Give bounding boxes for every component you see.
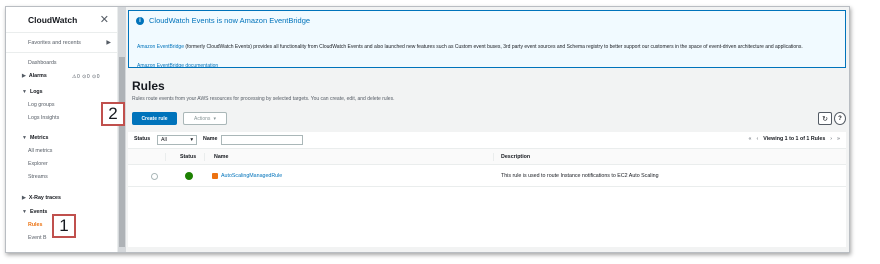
scrollbar-thumb[interactable] <box>119 57 125 247</box>
next-page-icon[interactable]: › <box>830 136 832 142</box>
caret-down-icon: ▼ <box>22 135 27 141</box>
banner-body-text: (formerly CloudWatch Events) provides al… <box>183 44 803 50</box>
sidebar-group-logs[interactable]: ▼ Logs <box>22 89 43 95</box>
last-page-icon[interactable]: » <box>837 136 840 142</box>
sidebar-group-xray[interactable]: ▶ X-Ray traces <box>22 195 61 201</box>
chevron-down-icon: ▾ <box>190 137 193 143</box>
sidebar-group-metrics[interactable]: ▼ Metrics <box>22 135 49 141</box>
sidebar-item-event-buses[interactable]: Event B <box>28 235 47 241</box>
column-header-name[interactable]: Name <box>214 154 228 160</box>
sidebar-group-alarms[interactable]: ▶ Alarms <box>22 73 47 79</box>
first-page-icon[interactable]: « <box>749 136 752 142</box>
sidebar-header: CloudWatch ✕ <box>6 7 117 33</box>
sidebar-item-explorer[interactable]: Explorer <box>28 161 48 167</box>
column-divider <box>493 153 494 161</box>
help-icon[interactable]: ? <box>834 112 846 125</box>
sidebar-group-label: Metrics <box>29 135 49 141</box>
chevron-right-icon: ▶ <box>106 40 111 46</box>
info-banner: i CloudWatch Events is now Amazon EventB… <box>128 10 846 69</box>
alarm-status-icons: ⚠0 ⊙0 ⊙0 <box>72 74 100 80</box>
app-frame: CloudWatch ✕ Favorites and recents ▶ Das… <box>5 6 850 253</box>
sidebar-group-label: Logs <box>29 89 43 95</box>
status-filter-select[interactable]: All ▾ <box>157 135 197 145</box>
table-row[interactable]: AutoScalingManagedRule This rule is used… <box>128 165 846 187</box>
sidebar-item-log-groups[interactable]: Log groups <box>28 102 55 108</box>
close-icon[interactable]: ✕ <box>100 13 109 26</box>
pagination-text: Viewing 1 to 1 of 1 Rules <box>763 136 826 142</box>
sidebar-item-logs-insights[interactable]: Logs Insights <box>28 115 59 121</box>
status-filter-value: All <box>161 137 167 143</box>
filter-bar: Status All ▾ Name « ‹ Viewing 1 to 1 of … <box>128 132 846 149</box>
rule-name-link[interactable]: AutoScalingManagedRule <box>221 173 282 179</box>
page-description: Rules route events from your AWS resourc… <box>132 96 395 102</box>
refresh-icon[interactable]: ↻ <box>818 112 832 125</box>
annotation-2: 2 <box>101 102 125 126</box>
create-rule-button[interactable]: Create rule <box>132 112 177 125</box>
rules-table: Status Name Description AutoScalingManag… <box>128 149 846 187</box>
info-icon: i <box>136 16 144 25</box>
caret-down-icon: ▼ <box>22 89 27 95</box>
banner-title-text: CloudWatch Events is now Amazon EventBri… <box>149 16 311 25</box>
pagination: « ‹ Viewing 1 to 1 of 1 Rules › » <box>749 136 840 142</box>
sidebar-item-streams[interactable]: Streams <box>28 174 48 180</box>
caret-down-icon: ▼ <box>22 209 27 215</box>
sidebar-group-label: Alarms <box>28 73 47 79</box>
rule-description: This rule is used to route Instance noti… <box>501 173 659 179</box>
sidebar-group-label: Events <box>29 209 48 215</box>
name-filter-label: Name <box>203 136 218 142</box>
banner-body: Amazon EventBridge (formerly CloudWatch … <box>137 44 837 51</box>
status-filter-label: Status <box>134 136 151 142</box>
row-select-radio[interactable] <box>151 173 158 180</box>
column-divider <box>165 153 166 161</box>
caret-right-icon: ▶ <box>22 73 26 79</box>
name-filter-input[interactable] <box>221 135 303 145</box>
table-header: Status Name Description <box>128 149 846 165</box>
column-header-status[interactable]: Status <box>180 154 196 160</box>
sidebar-title: CloudWatch <box>28 14 78 25</box>
sidebar-item-rules[interactable]: Rules <box>28 222 42 228</box>
caret-right-icon: ▶ <box>22 195 26 201</box>
page-title: Rules <box>132 79 165 93</box>
status-enabled-icon <box>185 172 193 180</box>
managed-rule-icon <box>212 173 218 179</box>
column-header-description[interactable]: Description <box>501 154 530 160</box>
actions-label: Actions <box>194 115 211 122</box>
annotation-1: 1 <box>52 214 76 238</box>
actions-dropdown[interactable]: Actions ▾ <box>183 112 227 125</box>
favorites-label: Favorites and recents <box>28 39 81 46</box>
sidebar-item-dashboards[interactable]: Dashboards <box>28 60 57 66</box>
eventbridge-link[interactable]: Amazon EventBridge <box>137 44 184 50</box>
banner-title: i CloudWatch Events is now Amazon EventB… <box>136 16 310 25</box>
chevron-down-icon: ▾ <box>213 115 216 122</box>
column-divider <box>204 153 205 161</box>
table-empty-area <box>128 187 846 247</box>
documentation-link[interactable]: Amazon EventBridge documentation <box>137 63 218 69</box>
sidebar-item-all-metrics[interactable]: All metrics <box>28 148 52 154</box>
sidebar-group-label: X-Ray traces <box>28 195 61 201</box>
sidebar-group-events[interactable]: ▼ Events <box>22 209 47 215</box>
sidebar-favorites[interactable]: Favorites and recents ▶ <box>6 33 117 53</box>
main-content: i CloudWatch Events is now Amazon EventB… <box>126 7 849 252</box>
prev-page-icon[interactable]: ‹ <box>757 136 759 142</box>
